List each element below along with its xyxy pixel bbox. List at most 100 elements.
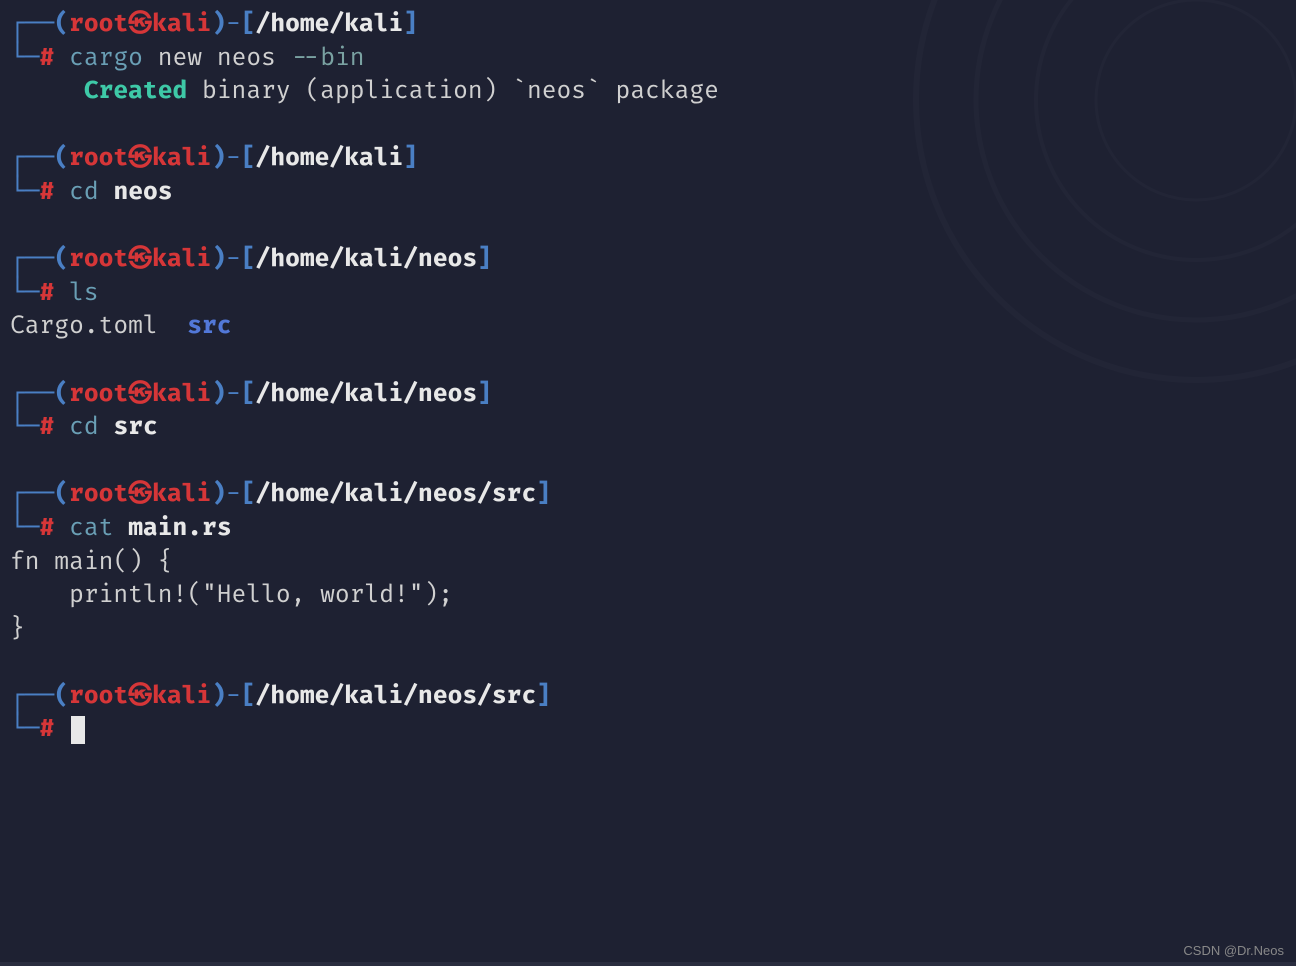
prompt-path: /home/kali [256, 144, 404, 173]
prompt-corner-top-icon: ┌── [10, 480, 54, 509]
prompt-bracket-open: [ [241, 480, 256, 509]
prompt-bracket-close: ] [403, 144, 418, 173]
command-arg [113, 514, 128, 543]
prompt-bracket-open: [ [241, 682, 256, 711]
prompt-host: kali [152, 380, 211, 409]
prompt-bracket-close: ] [536, 480, 551, 509]
prompt-hash: # [40, 178, 55, 207]
prompt-line-bottom[interactable]: └─# ls [10, 277, 1286, 311]
bottom-bar [0, 962, 1296, 966]
prompt-line-top: ┌──(root㉿kali)-[/home/kali] [10, 8, 1286, 42]
prompt-paren-open: ( [54, 480, 69, 509]
prompt-path: /home/kali/neos [256, 380, 478, 409]
prompt-bracket-close: ] [477, 245, 492, 274]
output-line: fn main() { [10, 546, 1286, 580]
prompt-bracket-open: [ [241, 245, 256, 274]
prompt-bracket-close: ] [477, 380, 492, 409]
prompt-line-bottom[interactable]: └─# cat main.rs [10, 512, 1286, 546]
prompt-user: root [69, 480, 128, 509]
prompt-line-top: ┌──(root㉿kali)-[/home/kali/neos] [10, 243, 1286, 277]
prompt-paren-open: ( [54, 380, 69, 409]
prompt-paren-open: ( [54, 144, 69, 173]
prompt-line-bottom[interactable]: └─# cd neos [10, 176, 1286, 210]
command-arg: new neos [143, 44, 291, 73]
prompt-host: kali [152, 245, 211, 274]
prompt-paren-close: ) [211, 10, 226, 39]
command-arg-bold: main.rs [128, 514, 231, 543]
prompt-corner-bottom-icon: └─ [10, 715, 40, 744]
blank-line [10, 344, 1286, 378]
prompt-paren-open: ( [54, 682, 69, 711]
command-flag: --bin [291, 44, 365, 73]
prompt-hash: # [40, 715, 55, 744]
prompt-corner-top-icon: ┌── [10, 245, 54, 274]
output-line: Created binary (application) `neos` pack… [10, 75, 1286, 109]
prompt-paren-close: ) [211, 144, 226, 173]
prompt-hash: # [40, 413, 55, 442]
prompt-corner-bottom-icon: └─ [10, 514, 40, 543]
output-line: println!("Hello, world!"); [10, 579, 1286, 613]
prompt-paren-close: ) [211, 682, 226, 711]
prompt-dash: - [226, 380, 241, 409]
command-name: cargo [69, 44, 143, 73]
prompt-corner-bottom-icon: └─ [10, 178, 40, 207]
prompt-paren-close: ) [211, 380, 226, 409]
output-line: Cargo.toml src [10, 310, 1286, 344]
output-line: } [10, 613, 1286, 647]
prompt-user: root [69, 682, 128, 711]
prompt-dash: - [226, 682, 241, 711]
command-arg [99, 413, 114, 442]
prompt-line-top: ┌──(root㉿kali)-[/home/kali/neos/src] [10, 680, 1286, 714]
command-arg-bold: src [113, 413, 157, 442]
prompt-corner-top-icon: ┌── [10, 10, 54, 39]
prompt-line-bottom[interactable]: └─# cargo new neos --bin [10, 42, 1286, 76]
terminal-output[interactable]: ┌──(root㉿kali)-[/home/kali]└─# cargo new… [10, 8, 1286, 747]
prompt-paren-close: ) [211, 245, 226, 274]
prompt-corner-top-icon: ┌── [10, 380, 54, 409]
blank-line [10, 646, 1286, 680]
prompt-dash: - [226, 245, 241, 274]
command-name: ls [69, 279, 99, 308]
prompt-path: /home/kali/neos/src [256, 682, 537, 711]
command-name: cd [69, 413, 99, 442]
prompt-line-top: ┌──(root㉿kali)-[/home/kali] [10, 142, 1286, 176]
prompt-paren-open: ( [54, 245, 69, 274]
prompt-hash: # [40, 279, 55, 308]
prompt-corner-top-icon: ┌── [10, 144, 54, 173]
prompt-host: kali [152, 10, 211, 39]
prompt-path: /home/kali/neos/src [256, 480, 537, 509]
prompt-host: kali [152, 144, 211, 173]
skull-icon: ㉿ [128, 682, 152, 711]
command-arg [99, 178, 114, 207]
prompt-paren-close: ) [211, 480, 226, 509]
prompt-bracket-open: [ [241, 144, 256, 173]
prompt-corner-top-icon: ┌── [10, 682, 54, 711]
skull-icon: ㉿ [128, 380, 152, 409]
prompt-path: /home/kali [256, 10, 404, 39]
prompt-line-bottom[interactable]: └─# [10, 713, 1286, 747]
prompt-host: kali [152, 682, 211, 711]
prompt-bracket-open: [ [241, 10, 256, 39]
command-arg-bold: neos [113, 178, 172, 207]
skull-icon: ㉿ [128, 144, 152, 173]
skull-icon: ㉿ [128, 245, 152, 274]
command-name: cat [69, 514, 113, 543]
ls-directory: src [187, 312, 231, 341]
prompt-bracket-open: [ [241, 380, 256, 409]
prompt-paren-open: ( [54, 10, 69, 39]
prompt-corner-bottom-icon: └─ [10, 413, 40, 442]
prompt-line-bottom[interactable]: └─# cd src [10, 411, 1286, 445]
prompt-hash: # [40, 514, 55, 543]
blank-line [10, 210, 1286, 244]
prompt-line-top: ┌──(root㉿kali)-[/home/kali/neos] [10, 378, 1286, 412]
prompt-bracket-close: ] [403, 10, 418, 39]
prompt-hash: # [40, 44, 55, 73]
status-created: Created [84, 77, 187, 106]
prompt-user: root [69, 144, 128, 173]
prompt-user: root [69, 380, 128, 409]
skull-icon: ㉿ [128, 480, 152, 509]
prompt-corner-bottom-icon: └─ [10, 279, 40, 308]
prompt-dash: - [226, 10, 241, 39]
prompt-bracket-close: ] [536, 682, 551, 711]
prompt-dash: - [226, 480, 241, 509]
